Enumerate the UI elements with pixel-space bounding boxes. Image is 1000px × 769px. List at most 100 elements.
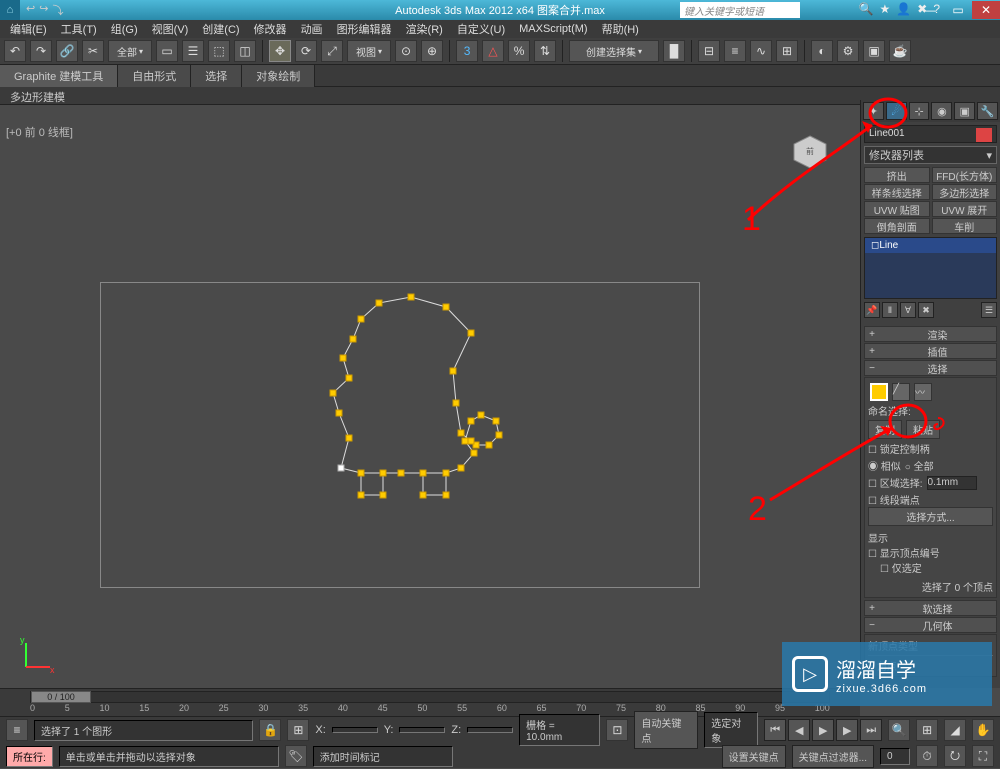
mirror-icon[interactable]: ▐▌ [663, 40, 685, 62]
configure-sets-icon[interactable]: ☰ [981, 302, 997, 318]
signin-icon[interactable]: 👤 [896, 2, 911, 16]
x-field[interactable] [332, 727, 378, 733]
similar-radio[interactable]: 相似 [868, 458, 901, 473]
z-field[interactable] [467, 727, 513, 733]
angle-snap-icon[interactable]: △ [482, 40, 504, 62]
select-by-button[interactable]: 选择方式... [868, 507, 993, 526]
schematic-icon[interactable]: ⊞ [776, 40, 798, 62]
nav-orbit-icon[interactable]: ⭮ [944, 745, 966, 767]
rollout-render[interactable]: +渲染 [864, 326, 997, 342]
paste-button[interactable]: 粘贴 [906, 420, 940, 439]
manipulate-icon[interactable]: ⊕ [421, 40, 443, 62]
segment-subobj-icon[interactable]: ╱ [892, 383, 910, 401]
time-slider-knob[interactable]: 0 / 100 [31, 691, 91, 703]
mod-btn[interactable]: 倒角剖面 [864, 218, 930, 234]
mod-btn[interactable]: FFD(长方体) [932, 167, 998, 183]
ribbon-tab-objectpaint[interactable]: 对象绘制 [242, 65, 315, 87]
unlink-icon[interactable]: ✂ [82, 40, 104, 62]
ref-coord[interactable]: 视图 [347, 40, 391, 62]
infocenter-icon[interactable]: 🔍 [859, 2, 874, 16]
next-frame-icon[interactable]: ▶ [836, 719, 858, 741]
copy-button[interactable]: 复制 [868, 420, 902, 439]
maxscript-mini-icon[interactable]: ≡ [6, 719, 28, 741]
viewport-label[interactable]: [+0 前 0 线框] [6, 124, 73, 140]
align-icon[interactable]: ⊟ [698, 40, 720, 62]
modify-tab-icon[interactable]: ☄ [886, 102, 907, 120]
qat-icon[interactable]: ↪ [39, 2, 48, 18]
ribbon-tab-freeform[interactable]: 自由形式 [118, 65, 191, 87]
menu-rendering[interactable]: 渲染(R) [400, 20, 449, 38]
mod-btn[interactable]: 样条线选择 [864, 184, 930, 200]
spinner-snap-icon[interactable]: ⇅ [534, 40, 556, 62]
utilities-tab-icon[interactable]: 🔧 [977, 102, 998, 120]
mod-btn[interactable]: UVW 贴图 [864, 201, 930, 217]
show-vertex-numbers-checkbox[interactable]: 显示顶点编号 [868, 545, 993, 560]
isolate-icon[interactable]: ⊡ [606, 719, 628, 741]
modifier-stack[interactable]: Line [864, 237, 997, 299]
maximize-button[interactable]: ▭ [944, 1, 972, 19]
rollout-geometry[interactable]: −几何体 [864, 617, 997, 633]
keymode-dropdown[interactable]: 选定对象 [704, 712, 758, 748]
select-name-icon[interactable]: ☰ [182, 40, 204, 62]
create-tab-icon[interactable]: ✦ [863, 102, 884, 120]
selected-only-checkbox[interactable]: 仅选定 [880, 560, 993, 575]
nav-zoomall-icon[interactable]: ⊞ [916, 719, 938, 741]
time-config-icon[interactable]: ⏱ [916, 745, 938, 767]
render-setup-icon[interactable]: ⚙ [837, 40, 859, 62]
close-button[interactable]: ✕ [972, 1, 1000, 19]
viewport-area[interactable]: [+0 前 0 线框] 前 [0, 122, 860, 688]
percent-snap-icon[interactable]: % [508, 40, 530, 62]
menu-tools[interactable]: 工具(T) [55, 20, 103, 38]
nav-maximize-icon[interactable]: ⛶ [972, 745, 994, 767]
goto-end-icon[interactable]: ⏭ [860, 719, 882, 741]
object-color-swatch[interactable] [976, 128, 992, 142]
ribbon-tab-graphite[interactable]: Graphite 建模工具 [0, 65, 118, 87]
remove-mod-icon[interactable]: ✖ [918, 302, 934, 318]
window-crossing-icon[interactable]: ◫ [234, 40, 256, 62]
app-logo[interactable]: ⌂ [0, 0, 20, 20]
spline-subobj-icon[interactable]: 〰 [914, 383, 932, 401]
unique-icon[interactable]: ∀ [900, 302, 916, 318]
menu-views[interactable]: 视图(V) [146, 20, 195, 38]
rollout-selection[interactable]: −选择 [864, 360, 997, 376]
lock-handles-checkbox[interactable]: 锁定控制柄 [868, 441, 993, 456]
menu-modifiers[interactable]: 修改器 [248, 20, 293, 38]
display-tab-icon[interactable]: ▣ [954, 102, 975, 120]
selection-filter[interactable]: 全部 [108, 40, 152, 62]
play-icon[interactable]: ▶ [812, 719, 834, 741]
nav-pan-icon[interactable]: ✋ [972, 719, 994, 741]
menu-edit[interactable]: 编辑(E) [4, 20, 53, 38]
menu-animation[interactable]: 动画 [295, 20, 329, 38]
motion-tab-icon[interactable]: ◉ [931, 102, 952, 120]
add-time-tag[interactable]: 添加时间标记 [313, 746, 453, 767]
modifier-list-dropdown[interactable]: 修改器列表 [864, 146, 997, 164]
menu-group[interactable]: 组(G) [105, 20, 144, 38]
layers-icon[interactable]: ≡ [724, 40, 746, 62]
object-name-field[interactable]: Line001 [864, 125, 997, 143]
absolute-mode-icon[interactable]: ⊞ [287, 719, 309, 741]
mod-btn[interactable]: 挤出 [864, 167, 930, 183]
select-region-icon[interactable]: ⬚ [208, 40, 230, 62]
ribbon-tab-selection[interactable]: 选择 [191, 65, 242, 87]
render-icon[interactable]: ☕ [889, 40, 911, 62]
setkey-button[interactable]: 设置关键点 [722, 745, 786, 768]
menu-maxscript[interactable]: MAXScript(M) [513, 22, 593, 36]
autokey-button[interactable]: 自动关键点 [634, 711, 698, 749]
lock-selection-icon[interactable]: 🔒 [259, 719, 281, 741]
vertex-subobj-icon[interactable] [870, 383, 888, 401]
star-icon[interactable]: ★ [880, 2, 891, 16]
rendered-frame-icon[interactable]: ▣ [863, 40, 885, 62]
current-frame-field[interactable]: 0 [880, 748, 910, 765]
select-scale-icon[interactable]: ⤢ [321, 40, 343, 62]
qat-icon[interactable]: ⤵ [52, 2, 63, 18]
prev-frame-icon[interactable]: ◀ [788, 719, 810, 741]
time-tag-icon[interactable]: 🏷 [285, 745, 307, 767]
nav-zoom-icon[interactable]: 🔍 [888, 719, 910, 741]
show-end-icon[interactable]: Ⅱ [882, 302, 898, 318]
hierarchy-tab-icon[interactable]: ⊹ [909, 102, 930, 120]
keyfilters-button[interactable]: 关键点过滤器... [792, 745, 874, 768]
mod-btn[interactable]: UVW 展开 [932, 201, 998, 217]
curve-editor-icon[interactable]: ∿ [750, 40, 772, 62]
pin-stack-icon[interactable]: 📌 [864, 302, 880, 318]
help-search[interactable]: 键入关键字或短语 [680, 2, 800, 18]
